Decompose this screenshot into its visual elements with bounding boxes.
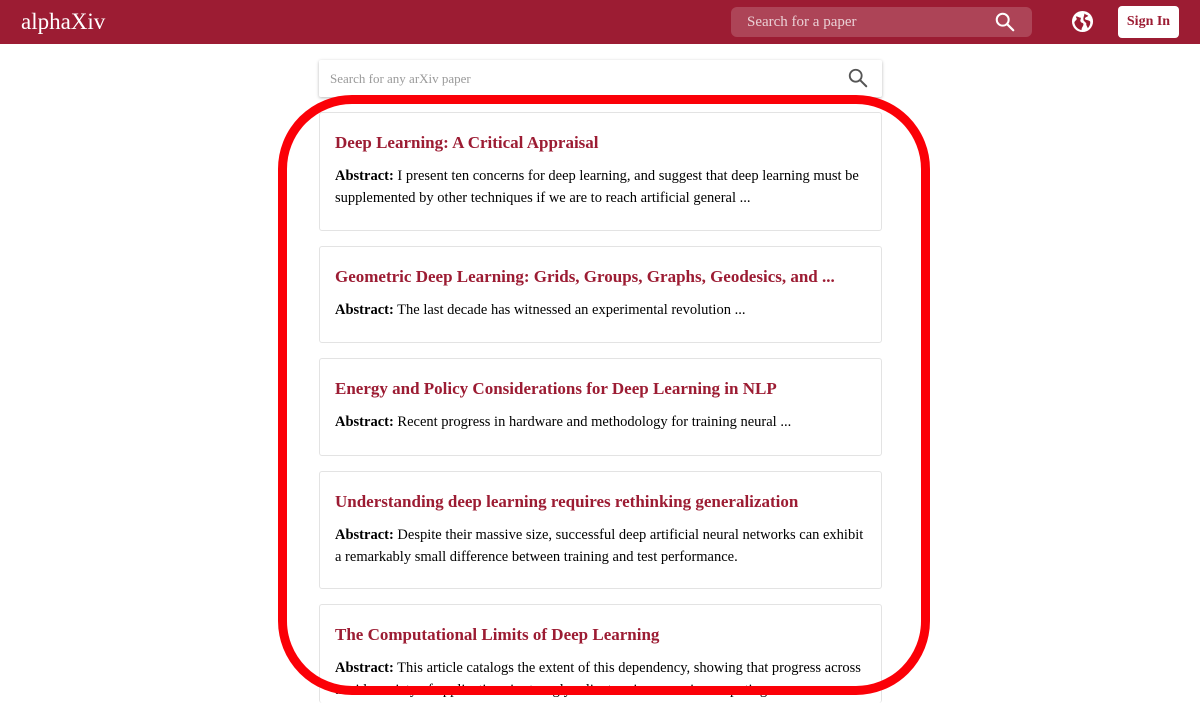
- paper-card[interactable]: Deep Learning: A Critical Appraisal Abst…: [319, 112, 882, 231]
- brand-logo[interactable]: alphaXiv: [21, 9, 105, 35]
- abstract-label: Abstract:: [335, 302, 394, 318]
- paper-abstract: Abstract: The last decade has witnessed …: [335, 299, 866, 321]
- abstract-label: Abstract:: [335, 168, 394, 184]
- globe-icon[interactable]: [1071, 10, 1094, 33]
- search-icon[interactable]: [994, 11, 1016, 33]
- header-search-input[interactable]: [731, 7, 981, 37]
- paper-title[interactable]: Understanding deep learning requires ret…: [335, 491, 866, 513]
- paper-title[interactable]: Geometric Deep Learning: Grids, Groups, …: [335, 266, 866, 288]
- paper-card[interactable]: The Computational Limits of Deep Learnin…: [319, 604, 882, 703]
- paper-card[interactable]: Geometric Deep Learning: Grids, Groups, …: [319, 246, 882, 343]
- abstract-text: Recent progress in hardware and methodol…: [397, 414, 792, 430]
- abstract-label: Abstract:: [335, 414, 394, 430]
- paper-search-input[interactable]: [319, 60, 829, 97]
- paper-card[interactable]: Energy and Policy Considerations for Dee…: [319, 358, 882, 456]
- paper-title[interactable]: The Computational Limits of Deep Learnin…: [335, 624, 866, 646]
- paper-title[interactable]: Deep Learning: A Critical Appraisal: [335, 132, 866, 154]
- abstract-text: This article catalogs the extent of this…: [335, 660, 861, 698]
- abstract-label: Abstract:: [335, 660, 394, 676]
- abstract-text: Despite their massive size, successful d…: [335, 527, 864, 565]
- header-search-box[interactable]: [731, 7, 1032, 37]
- paper-card[interactable]: Understanding deep learning requires ret…: [319, 471, 882, 589]
- abstract-text: The last decade has witnessed an experim…: [397, 302, 746, 318]
- paper-abstract: Abstract: This article catalogs the exte…: [335, 657, 866, 701]
- sign-in-button[interactable]: Sign In: [1118, 6, 1179, 38]
- search-icon[interactable]: [847, 67, 869, 89]
- paper-abstract: Abstract: I present ten concerns for dee…: [335, 165, 866, 209]
- abstract-text: I present ten concerns for deep learning…: [335, 168, 859, 206]
- paper-search-box[interactable]: [319, 60, 882, 97]
- top-navbar: alphaXiv Sign In: [0, 0, 1200, 44]
- paper-abstract: Abstract: Recent progress in hardware an…: [335, 411, 866, 433]
- paper-abstract: Abstract: Despite their massive size, su…: [335, 524, 866, 568]
- abstract-label: Abstract:: [335, 527, 394, 543]
- paper-title[interactable]: Energy and Policy Considerations for Dee…: [335, 378, 866, 400]
